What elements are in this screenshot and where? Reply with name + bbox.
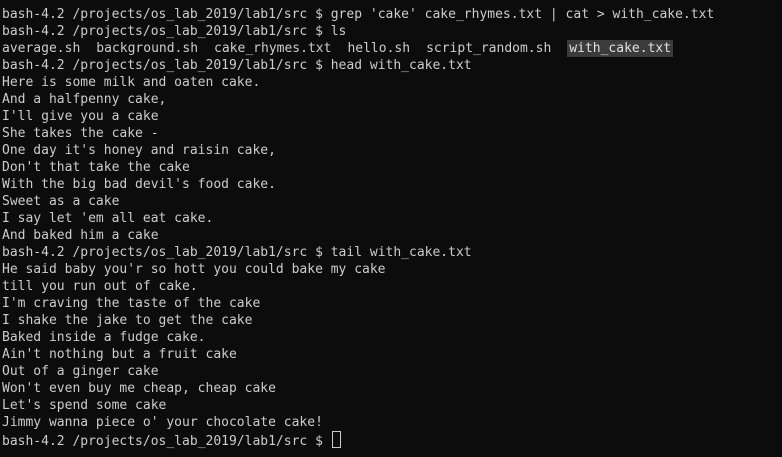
output-line: Won't even buy me cheap, cheap cake bbox=[2, 381, 276, 396]
prompt: bash-4.2 /projects/os_lab_2019/lab1/src … bbox=[2, 58, 331, 73]
output-line: He said baby you'r so hott you could bak… bbox=[2, 262, 386, 277]
command-text: ls bbox=[330, 24, 347, 39]
command-text: grep 'cake' cake_rhymes.txt | cat > with… bbox=[330, 7, 715, 22]
output-line: Sweet as a cake bbox=[2, 194, 120, 209]
command-text: tail with_cake.txt bbox=[330, 245, 472, 260]
output-line: One day it's honey and raisin cake, bbox=[2, 143, 276, 158]
output-line: I say let 'em all eat cake. bbox=[2, 211, 214, 226]
text-cursor[interactable] bbox=[331, 431, 341, 448]
output-line: I shake the jake to get the cake bbox=[2, 313, 253, 328]
file-entry: average.sh bbox=[2, 41, 81, 56]
output-line: And a halfpenny cake, bbox=[2, 92, 167, 107]
command-line-head: bash-4.2 /projects/os_lab_2019/lab1/src … bbox=[2, 57, 782, 74]
file-entry: script_random.sh bbox=[426, 41, 552, 56]
output-line: I'll give you a cake bbox=[2, 109, 159, 124]
current-prompt-line[interactable]: bash-4.2 /projects/os_lab_2019/lab1/src … bbox=[2, 431, 782, 449]
output-line: Ain't nothing but a fruit cake bbox=[2, 347, 237, 362]
command-line-grep: bash-4.2 /projects/os_lab_2019/lab1/src … bbox=[2, 6, 782, 23]
command-line-tail: bash-4.2 /projects/os_lab_2019/lab1/src … bbox=[2, 244, 782, 261]
tail-output: He said baby you'r so hott you could bak… bbox=[2, 261, 782, 431]
file-entry: background.sh bbox=[96, 41, 199, 56]
ls-output: average.sh background.sh cake_rhymes.txt he… bbox=[2, 40, 782, 57]
output-line: Don't that take the cake bbox=[2, 160, 190, 175]
output-line: With the big bad devil's food cake. bbox=[2, 177, 276, 192]
prompt: bash-4.2 /projects/os_lab_2019/lab1/src … bbox=[2, 245, 331, 260]
output-line: Jimmy wanna piece o' your chocolate cake… bbox=[2, 415, 323, 430]
terminal-window[interactable]: bash-4.2 /projects/os_lab_2019/lab1/src … bbox=[0, 0, 782, 457]
prompt: bash-4.2 /projects/os_lab_2019/lab1/src … bbox=[2, 24, 331, 39]
output-line: Here is some milk and oaten cake. bbox=[2, 75, 261, 90]
output-line: And baked him a cake bbox=[2, 228, 159, 243]
output-line: Out of a ginger cake bbox=[2, 364, 159, 379]
head-output: Here is some milk and oaten cake. And a h… bbox=[2, 74, 782, 244]
command-text: head with_cake.txt bbox=[330, 58, 472, 73]
file-entry: cake_rhymes.txt bbox=[214, 41, 332, 56]
output-line: Let's spend some cake bbox=[2, 398, 167, 413]
file-entry: hello.sh bbox=[347, 41, 411, 56]
prompt: bash-4.2 /projects/os_lab_2019/lab1/src … bbox=[2, 434, 331, 449]
output-line: She takes the cake - bbox=[2, 126, 159, 141]
output-line: I'm craving the taste of the cake bbox=[2, 296, 261, 311]
output-line: Baked inside a fudge cake. bbox=[2, 330, 206, 345]
prompt: bash-4.2 /projects/os_lab_2019/lab1/src … bbox=[2, 7, 331, 22]
output-line: till you run out of cake. bbox=[2, 279, 198, 294]
file-entry-selected: with_cake.txt bbox=[567, 40, 674, 57]
command-line-ls: bash-4.2 /projects/os_lab_2019/lab1/src … bbox=[2, 23, 782, 40]
